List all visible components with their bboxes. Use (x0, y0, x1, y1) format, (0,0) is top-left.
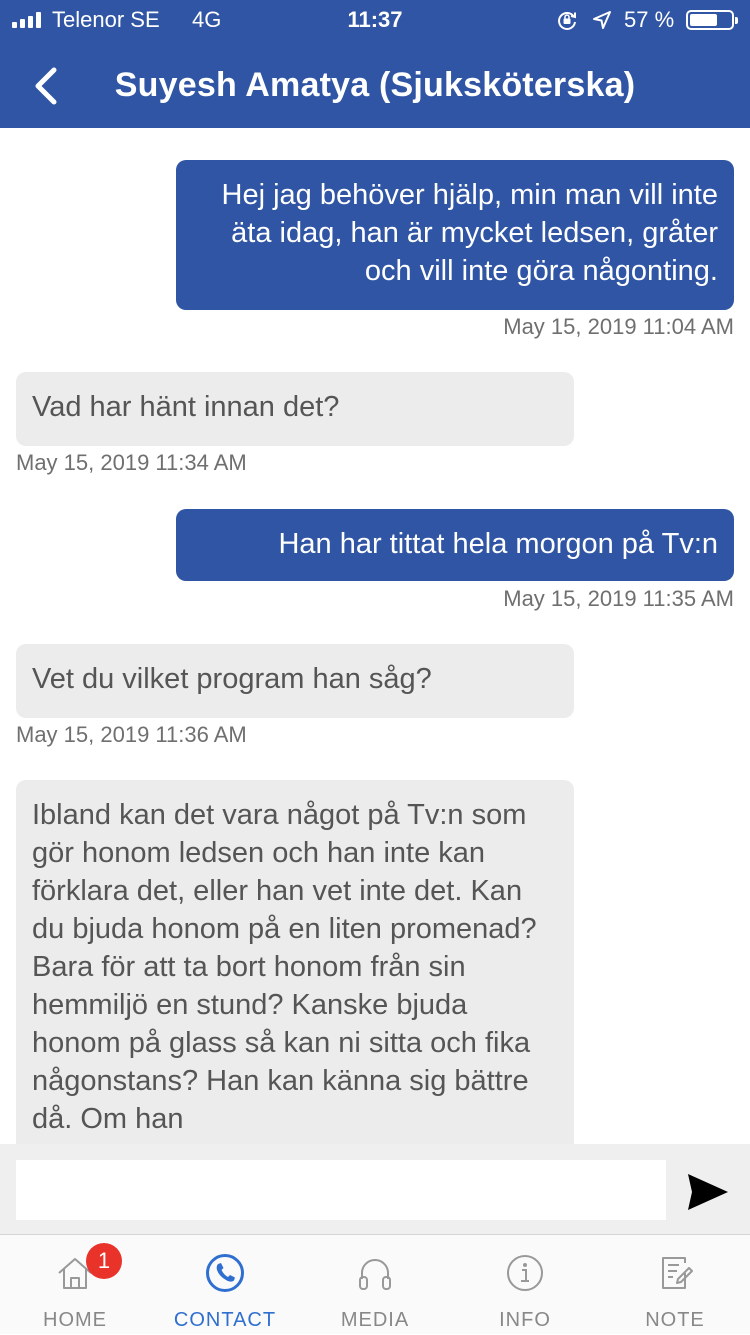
message-timestamp: May 15, 2019 11:04 AM (503, 314, 734, 339)
page-title: Suyesh Amatya (Sjuksköterska) (114, 66, 636, 104)
notification-badge: 1 (86, 1243, 122, 1279)
message-timestamp: May 15, 2019 11:36 AM (16, 722, 247, 747)
message-timestamp: May 15, 2019 11:35 AM (503, 586, 734, 611)
message-composer (0, 1144, 750, 1234)
message-bubble-outgoing: Han har tittat hela morgon på Tv:n (176, 509, 734, 581)
tab-label: NOTE (645, 1309, 705, 1331)
message-bubble-incoming: Vet du vilket program han såg? (16, 644, 574, 718)
phone-icon (206, 1254, 244, 1292)
tab-label: INFO (499, 1309, 551, 1331)
tab-label: MEDIA (340, 1309, 410, 1331)
message-bubble-incoming: Ibland kan det vara något på Tv:n som gö… (16, 780, 574, 1144)
message-bubble-incoming: Vad har hänt innan det? (16, 372, 574, 446)
tab-label: HOME (43, 1309, 107, 1331)
tab-bar: 1 HOME CONTACT MEDIA INFO NOTE (0, 1234, 750, 1334)
message-timestamp: May 15, 2019 11:34 AM (16, 450, 247, 475)
info-icon (507, 1255, 543, 1291)
rotation-lock-icon (558, 12, 576, 30)
tab-info[interactable]: INFO (450, 1235, 600, 1335)
message-input[interactable] (16, 1160, 666, 1220)
tab-contact[interactable]: CONTACT (150, 1235, 300, 1335)
message-bubble-outgoing: Hej jag behöver hjälp, min man vill inte… (176, 160, 734, 310)
tab-note[interactable]: NOTE (600, 1235, 750, 1335)
chat-thread[interactable]: Hej jag behöver hjälp, min man vill inte… (0, 128, 750, 1144)
tab-home[interactable]: 1 HOME (0, 1235, 150, 1335)
tab-label: CONTACT (173, 1309, 277, 1331)
battery-icon (686, 10, 738, 30)
top-bar: Telenor SE 4G 11:37 57 % Suyesh Amatya (… (0, 0, 750, 128)
location-arrow-icon (593, 11, 611, 29)
headphones-icon (359, 1259, 391, 1290)
battery-percent: 57 % (624, 7, 675, 32)
send-icon[interactable] (686, 1172, 730, 1212)
note-icon (662, 1257, 693, 1289)
tab-media[interactable]: MEDIA (300, 1235, 450, 1335)
status-bar: Telenor SE 4G 11:37 57 % (0, 0, 750, 40)
